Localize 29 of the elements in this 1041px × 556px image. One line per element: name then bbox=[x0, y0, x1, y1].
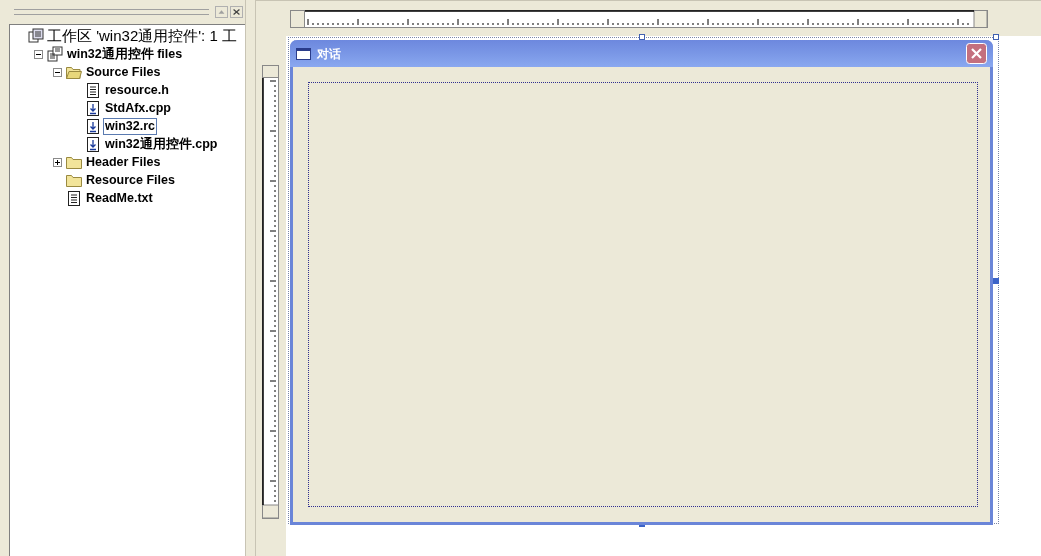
resize-handle[interactable] bbox=[639, 34, 645, 40]
expand-icon[interactable] bbox=[52, 157, 62, 167]
dialog-title: 对话 bbox=[317, 45, 342, 63]
project-icon bbox=[47, 46, 63, 62]
tree-item[interactable]: resource.h bbox=[103, 81, 171, 99]
collapse-icon[interactable] bbox=[33, 49, 43, 59]
source-file-icon bbox=[87, 100, 99, 116]
open-folder-icon bbox=[66, 65, 82, 79]
tree-item[interactable]: win32通用控件.cpp bbox=[103, 135, 220, 153]
folder-icon bbox=[66, 173, 82, 187]
tree-item[interactable]: Header Files bbox=[84, 153, 163, 171]
close-icon[interactable] bbox=[230, 6, 243, 18]
source-file-icon bbox=[87, 136, 99, 152]
resize-handle[interactable] bbox=[993, 34, 999, 40]
tree-root-label[interactable]: 工作区 'win32通用控件': 1 工 bbox=[47, 24, 237, 48]
tree-item[interactable]: win32.rc bbox=[103, 117, 158, 135]
collapse-icon[interactable] bbox=[52, 67, 62, 77]
text-file-icon bbox=[87, 82, 99, 98]
tree-item[interactable]: Source Files bbox=[84, 63, 163, 81]
tree-item[interactable]: Resource Files bbox=[84, 171, 177, 189]
tree-item[interactable]: ReadMe.txt bbox=[84, 189, 155, 207]
source-file-icon bbox=[87, 118, 99, 134]
text-file-icon bbox=[68, 190, 80, 206]
workspace-icon bbox=[28, 28, 44, 44]
resize-handle[interactable] bbox=[993, 278, 999, 284]
tree-item[interactable]: win32通用控件 files bbox=[65, 45, 185, 63]
window-icon bbox=[296, 47, 311, 60]
tree-item[interactable]: StdAfx.cpp bbox=[103, 99, 173, 117]
folder-icon bbox=[66, 155, 82, 169]
